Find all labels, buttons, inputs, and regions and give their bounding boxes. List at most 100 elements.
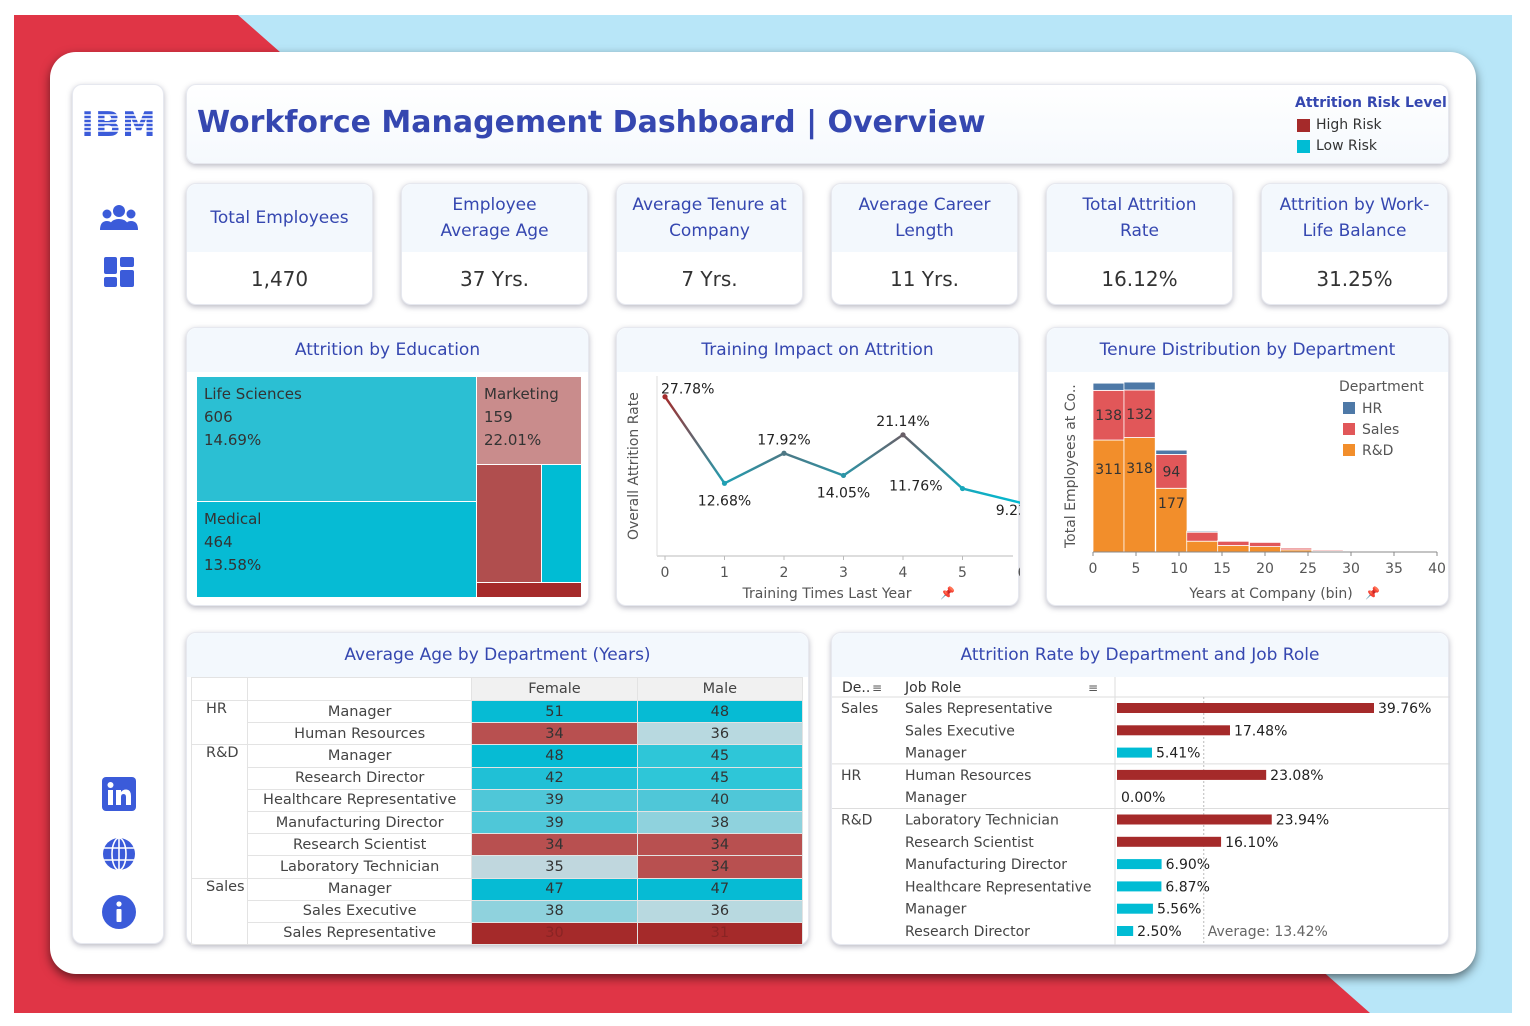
female-age-cell[interactable]: 42 bbox=[471, 766, 638, 790]
data-label: 11.76% bbox=[889, 479, 942, 495]
kpi-average-tenure[interactable]: Average Tenure at Company 7 Yrs. bbox=[616, 183, 803, 305]
table-row[interactable]: R&D Manager 48 45 bbox=[191, 744, 804, 879]
table-row[interactable]: Manufacturing Director 39 38 bbox=[192, 810, 804, 835]
male-age-cell[interactable]: 36 bbox=[636, 722, 804, 746]
dept-cell: HR bbox=[191, 699, 248, 746]
rnd-swatch bbox=[1343, 444, 1355, 456]
role-cell: Research Scientist bbox=[246, 833, 473, 857]
role-panel: Attrition Rate by Department and Job Rol… bbox=[831, 632, 1450, 946]
legend-high-risk[interactable]: High Risk bbox=[1297, 117, 1382, 133]
tile-rate: 13.58% bbox=[204, 556, 262, 574]
data-point bbox=[900, 432, 906, 438]
dashboard-icon[interactable] bbox=[73, 255, 165, 289]
data-label: 14.05% bbox=[817, 485, 870, 501]
table-row[interactable]: Sales Manager 47 47 bbox=[191, 877, 804, 946]
tile-unlabeled[interactable] bbox=[541, 464, 582, 583]
sort-icon: ≡ bbox=[872, 681, 882, 695]
bar-hr bbox=[1249, 541, 1282, 543]
table-row[interactable]: Research Scientist 34 34 bbox=[192, 833, 804, 857]
tile-unlabeled[interactable] bbox=[476, 464, 542, 583]
bar-rnd bbox=[1186, 540, 1219, 553]
female-age-cell[interactable]: 35 bbox=[471, 855, 638, 879]
male-age-cell[interactable]: 47 bbox=[636, 877, 804, 901]
table-row[interactable]: HR Manager 51 48 bbox=[191, 699, 804, 746]
role-label: Manager bbox=[905, 790, 967, 806]
table-row[interactable]: Research Director 42 45 bbox=[192, 766, 804, 790]
male-age-cell[interactable]: 40 bbox=[636, 788, 804, 812]
female-age-cell[interactable]: 34 bbox=[471, 722, 638, 746]
line-segment bbox=[723, 452, 785, 485]
role-label: Sales Representative bbox=[905, 701, 1053, 717]
male-age-cell[interactable]: 36 bbox=[636, 899, 804, 923]
tile-count: 159 bbox=[484, 408, 513, 426]
kpi-work-life-balance[interactable]: Attrition by Work-Life Balance 31.25% bbox=[1261, 183, 1448, 305]
ibm-logo[interactable]: IBM bbox=[73, 105, 165, 145]
kpi-total-employees[interactable]: Total Employees 1,470 bbox=[186, 183, 373, 305]
kpi-value: 7 Yrs. bbox=[681, 267, 738, 291]
female-age-cell[interactable]: 34 bbox=[471, 833, 638, 857]
kpi-career-length[interactable]: Average Career Length 11 Yrs. bbox=[831, 183, 1018, 305]
globe-icon[interactable] bbox=[73, 835, 165, 873]
training-panel: Training Impact on Attrition Overall Att… bbox=[616, 327, 1020, 607]
kpi-average-age[interactable]: Employee Average Age 37 Yrs. bbox=[401, 183, 588, 305]
sort-icon: ≡ bbox=[1088, 681, 1098, 695]
table-row[interactable]: Laboratory Technician 35 34 bbox=[192, 855, 804, 879]
legend-label: Sales bbox=[1362, 422, 1399, 438]
data-label: 17.92% bbox=[757, 432, 810, 448]
attrition-bar bbox=[1117, 859, 1162, 870]
table-row[interactable]: Human Resources 34 36 bbox=[192, 722, 804, 746]
svg-text:IBM: IBM bbox=[81, 108, 156, 142]
male-age-cell[interactable]: 34 bbox=[636, 855, 804, 879]
male-age-cell[interactable]: 45 bbox=[636, 766, 804, 790]
male-age-cell[interactable]: 31 bbox=[636, 921, 804, 946]
x-tick-label: 15 bbox=[1213, 561, 1231, 577]
male-age-cell[interactable]: 38 bbox=[636, 810, 804, 835]
age-heatmap-table[interactable]: Female Male HR Manager 51 48 Human Resources… bbox=[191, 677, 804, 946]
bar-value-label: 2.50% bbox=[1137, 924, 1181, 940]
attrition-bar bbox=[1117, 747, 1152, 758]
kpi-attrition-rate[interactable]: Total Attrition Rate 16.12% bbox=[1046, 183, 1233, 305]
role-bar-chart[interactable]: De.. ≡ Job Role ≡ Sales Sales Representat… bbox=[832, 633, 1450, 946]
column-header-male[interactable]: Male bbox=[636, 677, 804, 701]
female-age-cell[interactable]: 48 bbox=[471, 744, 638, 768]
dept-label: HR bbox=[841, 768, 862, 784]
female-age-cell[interactable]: 38 bbox=[471, 899, 638, 923]
linkedin-icon[interactable] bbox=[73, 775, 165, 813]
bar-value-label: 39.76% bbox=[1378, 701, 1431, 717]
tile-marketing[interactable]: Marketing 159 22.01% bbox=[476, 376, 582, 465]
female-age-cell[interactable]: 39 bbox=[471, 788, 638, 812]
table-row[interactable]: Healthcare Representative 39 40 bbox=[192, 788, 804, 812]
female-age-cell[interactable]: 51 bbox=[471, 699, 638, 724]
users-icon[interactable] bbox=[73, 201, 165, 235]
tile-unlabeled[interactable] bbox=[476, 582, 582, 598]
tile-medical[interactable]: Medical 464 13.58% bbox=[196, 501, 477, 598]
role-label: Laboratory Technician bbox=[905, 813, 1059, 829]
legend-low-risk[interactable]: Low Risk bbox=[1297, 138, 1377, 154]
table-row[interactable]: Sales Representative 30 31 bbox=[192, 921, 804, 946]
bar-value-label: 23.94% bbox=[1276, 813, 1329, 829]
column-header-female[interactable]: Female bbox=[471, 677, 638, 701]
x-tick-label: 0 bbox=[661, 565, 670, 581]
training-line-chart[interactable]: Overall Attrition Rate Training Times La… bbox=[617, 328, 1020, 607]
tenure-histogram[interactable]: Total Employees at Co.. Years at Company… bbox=[1047, 328, 1450, 607]
male-age-cell[interactable]: 34 bbox=[636, 833, 804, 857]
bar-rnd bbox=[1217, 545, 1250, 553]
female-age-cell[interactable]: 47 bbox=[471, 877, 638, 901]
bar-rnd bbox=[1092, 439, 1125, 553]
role-cell: Manager bbox=[246, 699, 473, 724]
x-tick-label: 6 bbox=[1018, 565, 1020, 581]
info-icon[interactable] bbox=[73, 893, 165, 931]
x-axis-title: Years at Company (bin) bbox=[1188, 586, 1353, 602]
bar-value-label: 16.10% bbox=[1225, 835, 1278, 851]
header-cell bbox=[246, 677, 473, 701]
male-age-cell[interactable]: 48 bbox=[636, 699, 804, 724]
tile-count: 464 bbox=[204, 533, 233, 551]
x-tick-label: 20 bbox=[1256, 561, 1274, 577]
male-age-cell[interactable]: 45 bbox=[636, 744, 804, 768]
female-age-cell[interactable]: 30 bbox=[471, 921, 638, 946]
tile-life-sciences[interactable]: Life Sciences 606 14.69% bbox=[196, 376, 477, 502]
role-cell: Manager bbox=[246, 744, 473, 768]
panel-title: Average Age by Department (Years) bbox=[187, 633, 808, 677]
female-age-cell[interactable]: 39 bbox=[471, 810, 638, 835]
table-row[interactable]: Sales Executive 38 36 bbox=[192, 899, 804, 923]
